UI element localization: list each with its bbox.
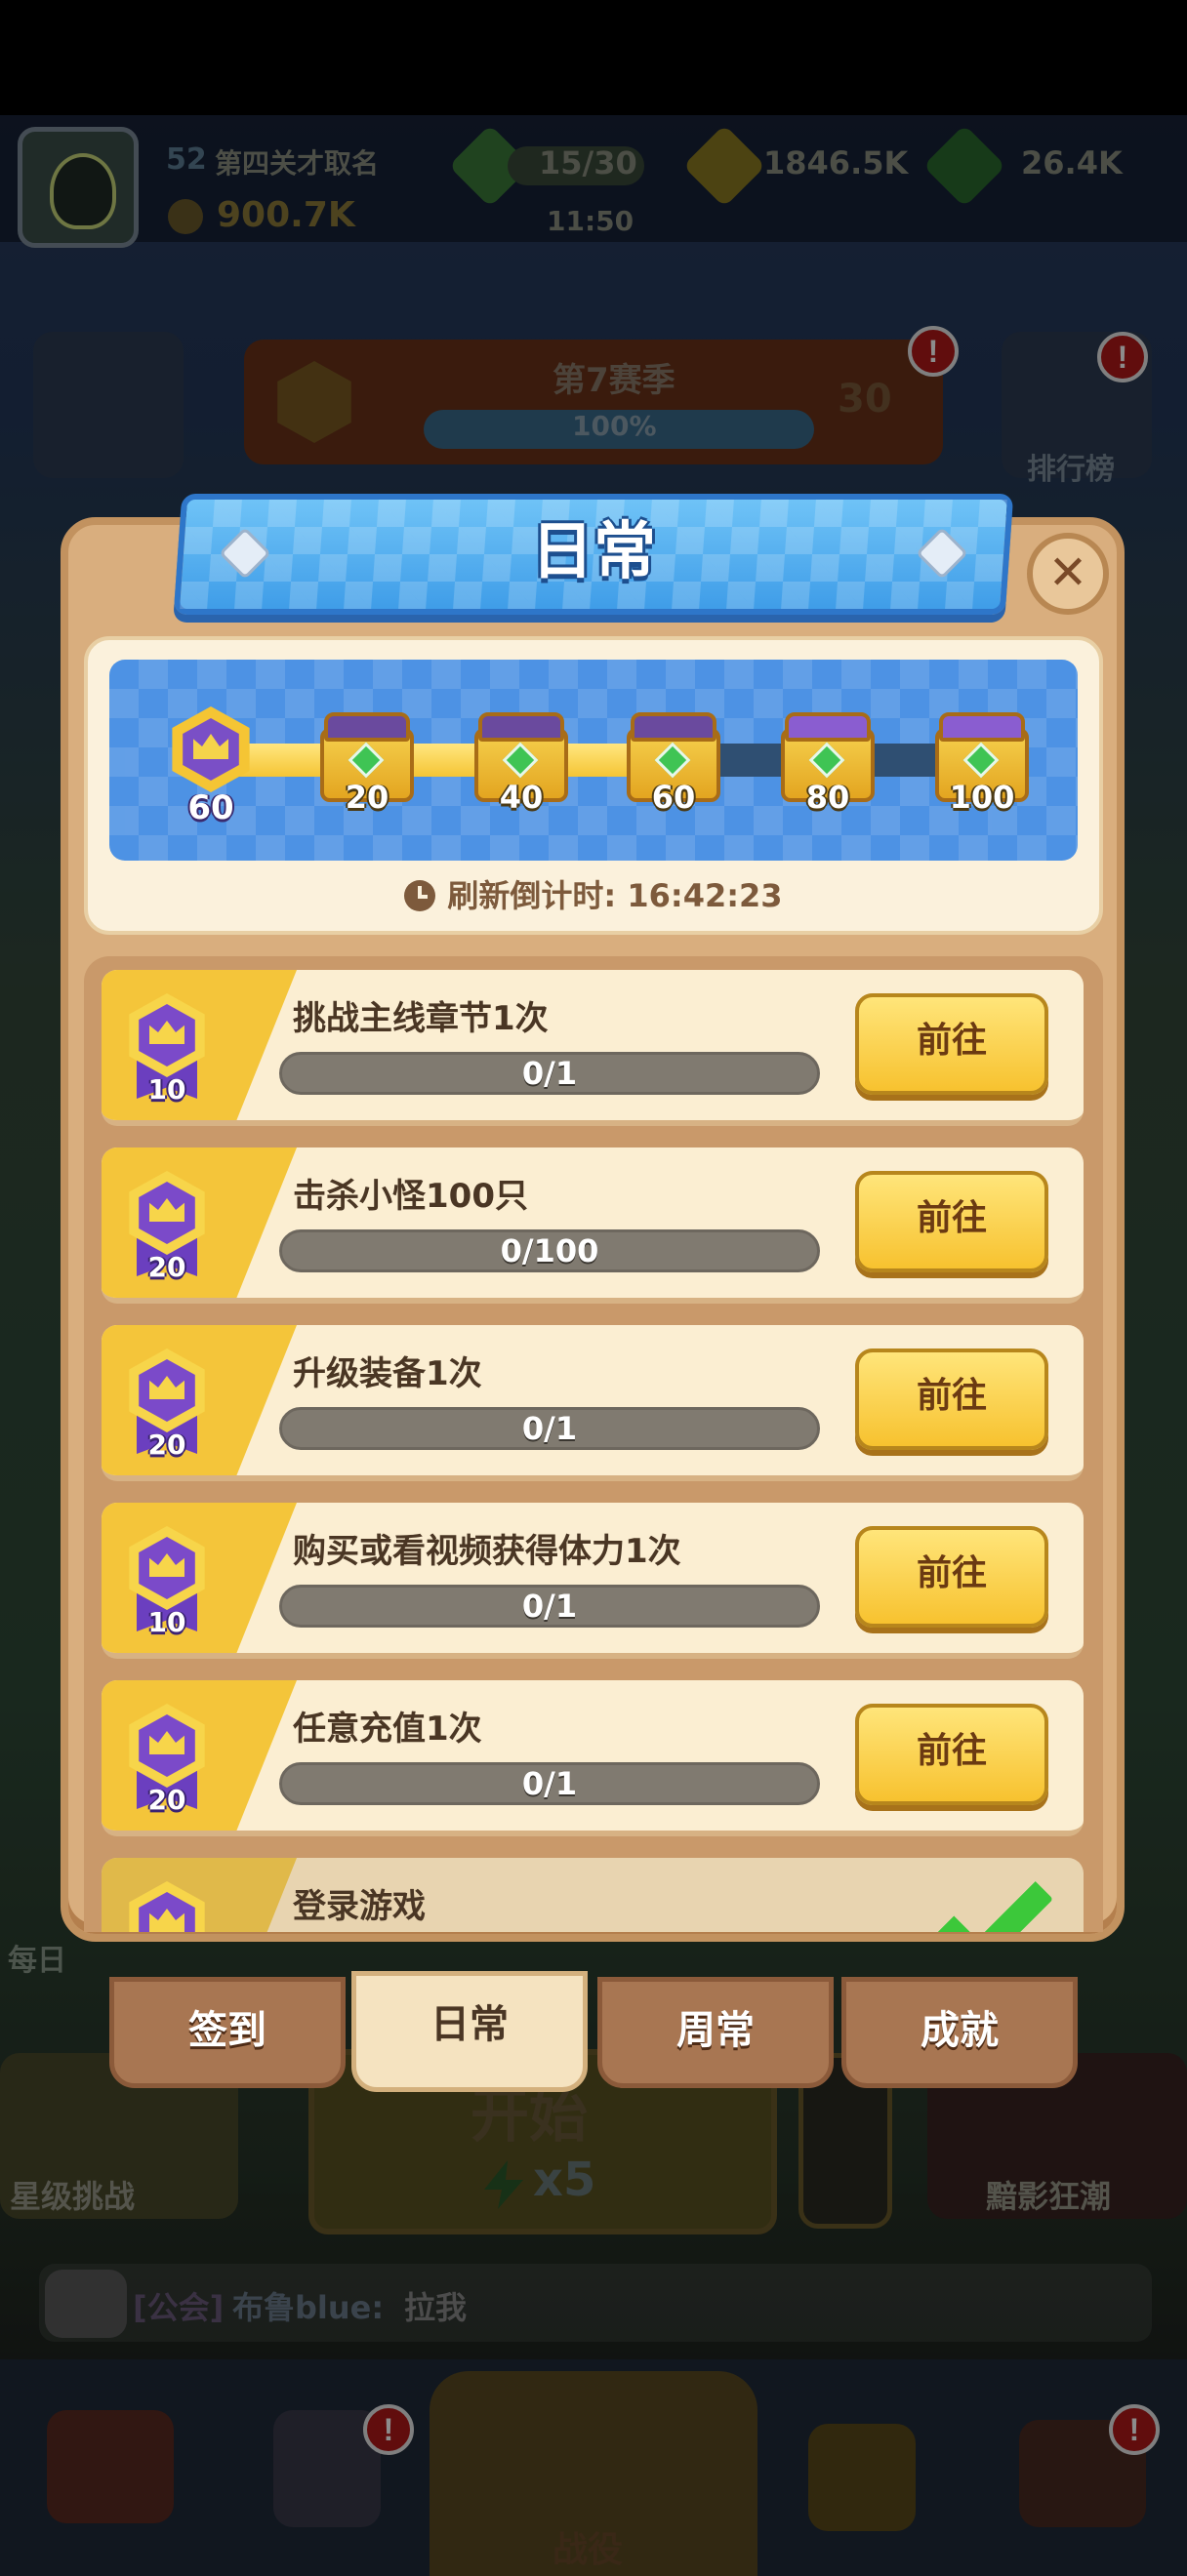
refresh-timer: 刷新倒计时: 16:42:23 [109,870,1078,921]
task-title: 登录游戏 [293,1887,426,1926]
status-bar [0,0,1187,115]
task-title: 升级装备1次 [293,1354,482,1393]
checkmark-icon [935,1858,1054,1932]
refresh-label: 刷新倒计时: [447,877,617,914]
go-button[interactable]: 前往 [855,1171,1048,1272]
task-reward: 20 [147,1251,186,1283]
milestone-points: 80 [805,779,850,816]
task-row: 20 击杀小怪100只 0/100 前往 [102,1147,1084,1304]
close-icon: ✕ [1047,545,1088,600]
current-points: 60 [187,788,234,827]
task-reward: 10 [147,1073,186,1106]
milestone-points: 60 [651,779,696,816]
task-row: 20 任意充值1次 0/1 前往 [102,1680,1084,1836]
task-progress-text: 0/1 [521,1588,578,1625]
close-button[interactable]: ✕ [1027,533,1109,615]
tab-daily[interactable]: 日常 [351,1971,588,2092]
go-button[interactable]: 前往 [855,1526,1048,1628]
task-row: 10 购买或看视频获得体力1次 0/1 前往 [102,1503,1084,1659]
dialog-title: 日常 [531,516,656,588]
milestone-points: 100 [949,779,1015,816]
task-row-completed: 登录游戏 [102,1858,1084,1932]
milestone-points: 20 [345,779,389,816]
task-row: 10 挑战主线章节1次 0/1 前往 [102,970,1084,1126]
task-title: 任意充值1次 [293,1710,482,1749]
task-title: 挑战主线章节1次 [293,999,549,1038]
refresh-time: 16:42:23 [627,877,783,914]
task-row: 20 升级装备1次 0/1 前往 [102,1325,1084,1481]
tab-weekly[interactable]: 周常 [597,1977,834,2088]
task-reward: 10 [147,1606,186,1638]
go-button[interactable]: 前往 [855,1704,1048,1805]
clock-icon [404,880,436,911]
task-title: 购买或看视频获得体力1次 [293,1532,681,1571]
task-progress-text: 0/1 [521,1055,578,1092]
task-progress-text: 0/1 [521,1410,578,1447]
task-progress-text: 0/100 [500,1232,599,1269]
tab-achievements[interactable]: 成就 [841,1977,1078,2088]
go-button[interactable]: 前往 [855,993,1048,1095]
task-reward: 20 [147,1784,186,1816]
task-reward: 20 [147,1429,186,1461]
go-button[interactable]: 前往 [855,1348,1048,1450]
milestone-points: 40 [499,779,544,816]
tab-sign-in[interactable]: 签到 [109,1977,346,2088]
reward-badge-icon [125,1881,209,1932]
task-title: 击杀小怪100只 [293,1177,528,1216]
task-progress-text: 0/1 [521,1765,578,1802]
